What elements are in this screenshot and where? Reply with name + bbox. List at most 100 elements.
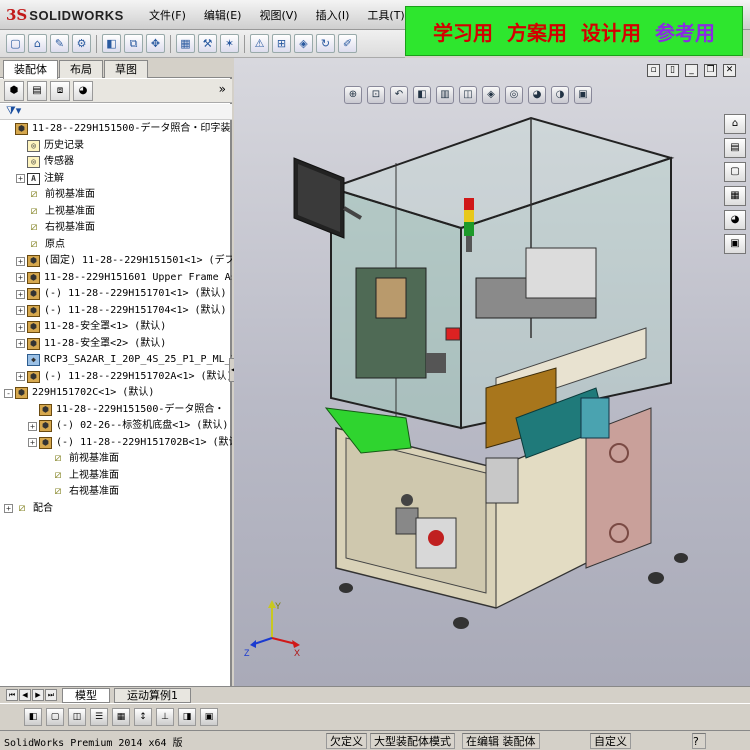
tree-item[interactable]: ⧄ 上视基准面 <box>16 204 96 220</box>
tree-item[interactable]: ⧄ 上视基准面 <box>40 467 120 484</box>
view-palette-icon[interactable]: ▦ <box>724 186 746 206</box>
sketch-icon[interactable]: ✐ <box>338 34 357 53</box>
toolbar-separator <box>244 34 245 53</box>
tree-item[interactable]: ⧄ 右视基准面 <box>16 220 96 236</box>
tree-item[interactable]: - ⬢ 229H151702C<1> (默认) <box>4 385 154 401</box>
tab-assembly[interactable]: 装配体 <box>3 60 58 79</box>
mate-icon[interactable]: ⧉ <box>124 34 143 53</box>
expand-toggle-icon[interactable]: + <box>28 421 37 431</box>
component-icon[interactable]: ◧ <box>102 34 121 53</box>
tree-item[interactable]: ⧄ 前视基准面 <box>40 451 120 467</box>
next-tab-icon[interactable]: ▶ <box>32 689 44 701</box>
last-tab-icon[interactable]: ⏭ <box>45 689 57 701</box>
solidworks-logo[interactable]: 3S SOLIDWORKS <box>6 5 124 25</box>
tree-item[interactable]: + ⬢ (固定) 11-28--229H151501<1> (デフ <box>16 253 232 269</box>
tree-item[interactable]: + ⬢ 11-28-安全罩<1> (默认) <box>16 319 166 335</box>
part-icon[interactable]: ▢ <box>46 708 64 726</box>
menu-view[interactable]: 视图(V) <box>250 8 306 24</box>
mass-properties-icon[interactable]: ◈ <box>294 34 313 53</box>
tree-item[interactable]: ◎ 传感器 <box>16 154 74 170</box>
interference-icon[interactable]: ⚠ <box>250 34 269 53</box>
move-icon[interactable]: ✥ <box>146 34 165 53</box>
expand-toggle-icon[interactable]: + <box>16 306 25 315</box>
appearances-icon[interactable]: ◕ <box>724 210 746 230</box>
expand-toggle-icon[interactable]: + <box>16 273 25 282</box>
minimize-icon[interactable]: _ <box>685 64 698 77</box>
smart-fastener-icon[interactable]: ⚒ <box>198 34 217 53</box>
close-icon[interactable]: ✕ <box>723 64 736 77</box>
open-folder-icon[interactable]: ⌂ <box>28 34 47 53</box>
plane-icon: ⧄ <box>54 467 62 481</box>
list-icon[interactable]: ☰ <box>90 708 108 726</box>
custom-properties-icon[interactable]: ▣ <box>724 234 746 254</box>
tree-item[interactable]: ◆ RCP3_SA2AR_I_20P_4S_25_P1_P_ML_2( <box>16 352 232 368</box>
tree-item[interactable]: + ⬢ (-) 02-26--标签机底盘<1> (默认) <box>28 418 228 434</box>
tree-item[interactable]: + ⬢ (-) 11-28--229H151701<1> (默认) <box>16 286 227 302</box>
new-document-icon[interactable]: ▢ <box>6 34 25 53</box>
cube-icon[interactable]: ◫ <box>68 708 86 726</box>
tree-item[interactable]: + ⬢ 11-28--229H151601 Upper Frame As <box>16 270 232 286</box>
dimension-icon[interactable]: ↕ <box>134 708 152 726</box>
tab-layout[interactable]: 布局 <box>59 60 103 78</box>
split-view-icon[interactable]: ▯ <box>666 64 679 77</box>
tree-item[interactable]: + ⬢ (-) 11-28--229H151704<1> (默认) <box>16 303 227 319</box>
view-icon[interactable]: ◨ <box>178 708 196 726</box>
tab-sketch[interactable]: 草图 <box>104 60 148 78</box>
tab-model[interactable]: 模型 <box>62 687 110 703</box>
tree-item[interactable]: ⬢ 11-28--229H151500-データ照合・ <box>28 402 224 418</box>
expand-toggle-icon[interactable]: + <box>16 174 25 183</box>
expand-toggle-icon[interactable]: + <box>16 372 25 381</box>
grid-icon[interactable]: ▦ <box>112 708 130 726</box>
configurationmanager-icon[interactable]: ⧈ <box>50 80 70 101</box>
tree-item[interactable]: ⬢ 11-28--229H151500-データ照合・印字装 <box>4 121 230 137</box>
exploded-view-icon[interactable]: ✶ <box>220 34 239 53</box>
pattern-icon[interactable]: ▦ <box>176 34 195 53</box>
status-help-icon[interactable]: ? <box>692 733 706 749</box>
expand-toggle-icon[interactable]: + <box>16 256 25 266</box>
machine-assembly-model[interactable] <box>286 98 706 643</box>
expand-toggle-icon[interactable]: + <box>28 438 37 447</box>
graphics-area[interactable]: ▫ ▯ _ ❐ ✕ ⊕ ⊡ ↶ ◧ ▥ ◫ ◈ ◎ ◕ ◑ ▣ ⌂ ▤ ▢ ▦ … <box>234 58 750 686</box>
pencil-icon[interactable]: ✎ <box>50 34 69 53</box>
tree-item[interactable]: ⧄ 原点 <box>16 237 66 253</box>
status-large-assembly-mode[interactable]: 大型装配体模式 <box>370 733 455 749</box>
tree-item[interactable]: + ⬢ 11-28-安全罩<2> (默认) <box>16 336 166 352</box>
displaymanager-icon[interactable]: ◕ <box>73 80 93 101</box>
expand-toggle-icon[interactable]: + <box>16 322 25 332</box>
filter-icon[interactable]: ⧩▾ <box>6 104 21 117</box>
measure-icon[interactable]: ⊞ <box>272 34 291 53</box>
expand-toggle-icon[interactable]: + <box>16 289 25 299</box>
tree-item[interactable]: ⧄ 前视基准面 <box>16 187 96 203</box>
image-icon[interactable]: ▣ <box>200 708 218 726</box>
menu-edit[interactable]: 编辑(E) <box>195 8 251 24</box>
tree-item[interactable]: ◎ 历史记录 <box>16 138 84 154</box>
menu-insert[interactable]: 插入(I) <box>307 8 359 24</box>
panel-expand-icon[interactable]: » <box>219 82 226 96</box>
tree-item[interactable]: + ⬢ (-) 11-28--229H151702B<1> (默认 <box>28 435 232 451</box>
tab-motion-study[interactable]: 运动算例1 <box>114 687 191 703</box>
assembly-icon[interactable]: ◧ <box>24 708 42 726</box>
restore-icon[interactable]: ❐ <box>704 64 717 77</box>
prev-tab-icon[interactable]: ◀ <box>19 689 31 701</box>
propertymanager-icon[interactable]: ▤ <box>27 80 47 101</box>
expand-toggle-icon[interactable]: + <box>16 339 25 348</box>
solidworks-resources-icon[interactable]: ⌂ <box>724 114 746 134</box>
file-explorer-icon[interactable]: ▢ <box>724 162 746 182</box>
tree-item[interactable]: + ⧄ 配合 <box>4 501 53 517</box>
design-library-icon[interactable]: ▤ <box>724 138 746 158</box>
tree-item[interactable]: ⧄ 右视基准面 <box>40 484 120 500</box>
split-view-icon[interactable]: ▫ <box>647 64 660 77</box>
triad-x-label: X <box>294 648 300 658</box>
expand-toggle-icon[interactable]: + <box>4 504 13 513</box>
axis-icon[interactable]: ⊥ <box>156 708 174 726</box>
first-tab-icon[interactable]: ⏮ <box>6 689 18 701</box>
status-units[interactable]: 自定义 <box>590 733 631 749</box>
tree-filter[interactable]: ⧩▾ <box>0 104 232 120</box>
featuremanager-tree-icon[interactable]: ⬢ <box>4 80 24 101</box>
tree-item[interactable]: + A 注解 <box>16 171 64 187</box>
rebuild-icon[interactable]: ↻ <box>316 34 335 53</box>
options-icon[interactable]: ⚙ <box>72 34 91 53</box>
tree-item[interactable]: + ⬢ (-) 11-28--229H151702A<1> (默认) <box>16 369 232 385</box>
expand-toggle-icon[interactable]: - <box>4 388 13 398</box>
menu-file[interactable]: 文件(F) <box>140 8 195 24</box>
